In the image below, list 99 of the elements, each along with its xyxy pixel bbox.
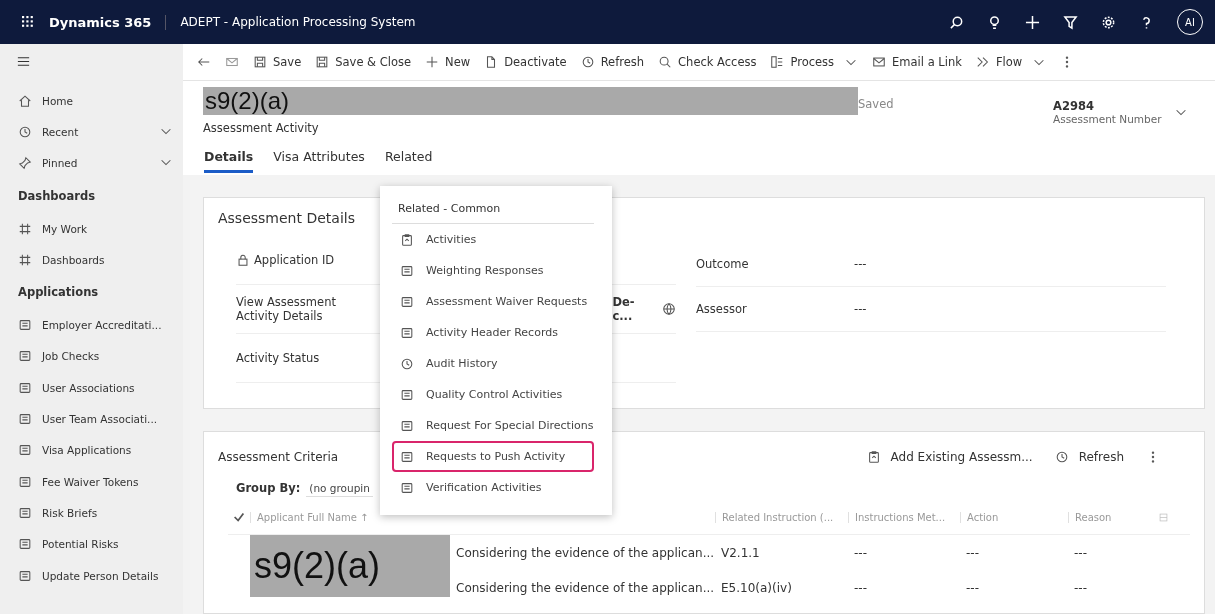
menu-item[interactable]: Verification Activities xyxy=(392,472,594,503)
tab[interactable]: Related xyxy=(384,147,433,173)
app-launcher-icon[interactable] xyxy=(22,15,35,29)
menu-item[interactable]: Activities xyxy=(392,224,594,255)
sidebar-item[interactable]: Pinned xyxy=(18,147,173,179)
table-cell: Considering the evidence of the applican... xyxy=(456,545,715,560)
menu-icon[interactable] xyxy=(16,54,31,69)
field-label: Assessment Number xyxy=(1053,113,1162,125)
table-cell: E5.10(a)(iv) xyxy=(721,580,792,595)
field-label: Assessor xyxy=(696,302,748,316)
toolbar-button[interactable]: Check Access xyxy=(658,55,757,69)
redaction-block: s9(2)(a) xyxy=(250,535,450,597)
new-icon xyxy=(425,55,440,69)
table-cell: --- xyxy=(1074,580,1087,595)
assessment-number: A2984 xyxy=(1053,99,1095,113)
lightbulb-icon[interactable] xyxy=(987,14,1002,30)
document-icon xyxy=(400,480,414,495)
settings-icon[interactable] xyxy=(1101,14,1116,30)
toolbar-button[interactable]: New xyxy=(425,55,471,69)
field-label: View Assessment Activity Details xyxy=(236,295,337,323)
menu-heading: Related - Common xyxy=(392,198,594,224)
menu-item[interactable]: Request For Special Directions xyxy=(392,410,594,441)
checkmark-icon xyxy=(232,510,246,524)
field-label: Outcome xyxy=(696,257,750,271)
redaction-block: s9(2)(a) xyxy=(203,87,858,115)
sidebar-item[interactable]: Potential Risks xyxy=(18,528,173,560)
field-value[interactable]: De-c... xyxy=(612,295,654,323)
grid-icon xyxy=(18,252,32,267)
sidebar-heading: Dashboards xyxy=(18,187,96,205)
menu-item[interactable]: Requests to Push Activity xyxy=(392,441,594,472)
sidebar-item[interactable]: Dashboards xyxy=(18,244,173,276)
toolbar-button[interactable]: Email a Link xyxy=(872,55,962,69)
sidebar-item[interactable]: User Team Associati... xyxy=(18,403,173,435)
menu-item[interactable]: Weighting Responses xyxy=(392,255,594,286)
save-icon xyxy=(253,55,267,69)
menu-item[interactable]: Quality Control Activities xyxy=(392,379,594,410)
document-icon xyxy=(400,325,414,340)
tab[interactable]: Visa Attributes xyxy=(273,147,365,173)
sidebar-item[interactable]: Home xyxy=(18,85,173,117)
field-value[interactable]: --- xyxy=(854,257,867,271)
lock-icon xyxy=(236,253,250,267)
envelope-icon[interactable] xyxy=(225,55,239,69)
app-title: ADEPT - Application Processing System xyxy=(180,15,416,29)
home-icon xyxy=(18,93,32,108)
sidebar-item[interactable]: User Associations xyxy=(18,372,173,404)
sidebar-item[interactable]: My Work xyxy=(18,212,173,245)
plus-icon[interactable] xyxy=(1025,14,1040,30)
save-status: Saved xyxy=(858,97,895,111)
toolbar-button[interactable]: Save xyxy=(253,55,302,69)
filter-icon[interactable] xyxy=(1063,14,1078,30)
document-icon xyxy=(400,418,414,433)
sidebar-heading: Applications xyxy=(18,284,100,302)
section-title: Assessment Criteria xyxy=(218,450,339,464)
table-cell: --- xyxy=(854,545,867,560)
clock-icon xyxy=(400,356,414,371)
menu-item[interactable]: Activity Header Records xyxy=(392,317,594,348)
entity-name: Assessment Activity xyxy=(203,121,320,135)
table-cell: --- xyxy=(854,580,867,595)
back-arrow-icon[interactable] xyxy=(197,55,211,69)
search-icon[interactable] xyxy=(949,14,964,30)
document-icon xyxy=(400,263,414,278)
toolbar-button[interactable]: Process xyxy=(770,55,859,69)
sidebar-item[interactable]: Recent xyxy=(18,116,173,148)
toolbar-button[interactable]: Refresh xyxy=(580,55,645,69)
sidebar-item[interactable]: Update Person Details xyxy=(18,559,173,592)
section-title: Assessment Details xyxy=(218,210,355,226)
document-icon xyxy=(400,294,414,309)
field-label: Application ID xyxy=(236,253,376,267)
table-cell: Considering the evidence of the applican... xyxy=(456,580,715,595)
menu-item[interactable]: Audit History xyxy=(392,348,594,379)
sidebar-item[interactable]: Fee Waiver Tokens xyxy=(18,465,173,498)
menu-item[interactable]: Assessment Waiver Requests xyxy=(392,286,594,317)
sidebar-item[interactable]: Job Checks xyxy=(18,340,173,373)
sidebar-item[interactable]: Risk Briefs xyxy=(18,497,173,529)
table-cell: V2.1.1 xyxy=(721,545,760,560)
document-icon xyxy=(400,449,414,464)
toolbar-button[interactable]: Flow xyxy=(975,55,1047,69)
email-icon xyxy=(872,55,887,69)
sidebar-item[interactable]: Employer Accreditati... xyxy=(18,309,173,341)
table-cell: --- xyxy=(966,580,979,595)
document-icon xyxy=(400,387,414,402)
toolbar-button[interactable]: Add Existing Assessm... xyxy=(866,450,1033,464)
saveclose-icon xyxy=(315,55,330,69)
app-name[interactable]: Dynamics 365 xyxy=(49,14,167,30)
table-cell: --- xyxy=(1074,545,1087,560)
recent-icon xyxy=(18,124,32,139)
globe-icon xyxy=(662,302,676,316)
field-label: Activity Status xyxy=(236,351,321,365)
clipboard-icon xyxy=(400,232,414,247)
toolbar-button[interactable]: Save & Close xyxy=(315,55,412,69)
field-value[interactable]: --- xyxy=(854,302,867,316)
table-cell: --- xyxy=(966,545,979,560)
toolbar-button[interactable]: Refresh xyxy=(1054,450,1124,464)
sidebar-item[interactable]: Visa Applications xyxy=(18,434,173,466)
group-by-dropdown[interactable]: (no groupin xyxy=(306,479,373,497)
group-by-label: Group By: xyxy=(236,481,301,495)
clipboard-icon xyxy=(866,450,881,464)
toolbar-button[interactable]: Deactivate xyxy=(484,55,567,69)
grid-icon xyxy=(18,221,32,236)
